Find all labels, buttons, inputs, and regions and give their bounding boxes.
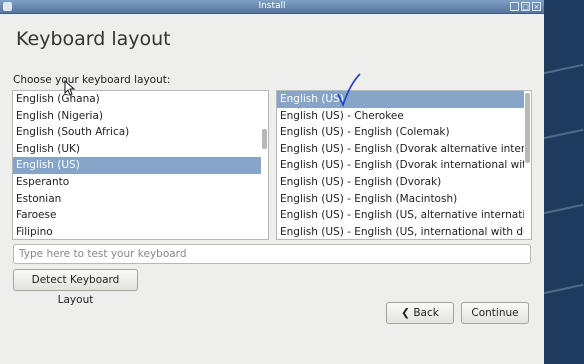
minimize-icon[interactable]: _	[510, 2, 519, 11]
title-bar[interactable]: Install _ □ ×	[0, 0, 544, 14]
layout-item[interactable]: English (Nigeria)	[13, 108, 268, 125]
variant-item[interactable]: English (US) - English (US, alternative …	[277, 207, 531, 224]
variant-item[interactable]: English (US) - English (Macintosh)	[277, 191, 531, 208]
choose-layout-label: Choose your keyboard layout:	[13, 74, 171, 86]
page-title: Keyboard layout	[16, 28, 171, 50]
mouse-cursor-icon	[64, 80, 76, 96]
variant-item[interactable]: English (US) - English (Colemak)	[277, 124, 531, 141]
variant-item[interactable]: English (US) - English (Dvorak)	[277, 174, 531, 191]
variant-item[interactable]: English (US) - English (Dvorak internati…	[277, 157, 531, 174]
layout-item[interactable]: English (UK)	[13, 141, 268, 158]
variant-item[interactable]: English (US) - Cherokee	[277, 108, 531, 125]
layout-scrollbar[interactable]	[261, 91, 268, 239]
detect-keyboard-button[interactable]: Detect Keyboard Layout	[13, 269, 138, 306]
variant-item[interactable]: English (US) - English (US, internationa…	[277, 224, 531, 239]
layout-item[interactable]: English (South Africa)	[13, 124, 268, 141]
variant-item[interactable]: English (US) - English (Dvorak alternati…	[277, 141, 531, 158]
chevron-left-icon: ❮	[401, 307, 410, 319]
installer-window: Install _ □ × Keyboard layout Choose you…	[0, 0, 544, 364]
layout-item-selected[interactable]: English (US)	[13, 157, 268, 174]
checkmark-icon	[337, 73, 361, 108]
keyboard-test-input[interactable]: Type here to test your keyboard	[13, 244, 531, 264]
variant-item-selected[interactable]: English (US)	[277, 91, 531, 108]
back-label: Back	[413, 307, 439, 319]
variant-scroll-thumb[interactable]	[525, 93, 530, 163]
window-title: Install	[258, 1, 286, 11]
layout-scroll-thumb[interactable]	[262, 129, 267, 149]
layout-item[interactable]: Faroese	[13, 207, 268, 224]
maximize-icon[interactable]: □	[521, 2, 530, 11]
layout-item[interactable]: Filipino	[13, 224, 268, 239]
variant-scrollbar[interactable]	[524, 91, 531, 239]
layout-list[interactable]: English (Ghana) English (Nigeria) Englis…	[12, 90, 269, 240]
variant-list[interactable]: English (US) English (US) - Cherokee Eng…	[276, 90, 532, 240]
back-button[interactable]: ❮ Back	[386, 302, 454, 324]
layout-item[interactable]: English (Ghana)	[13, 91, 268, 108]
close-icon[interactable]: ×	[532, 2, 541, 11]
layout-item[interactable]: Estonian	[13, 191, 268, 208]
continue-button[interactable]: Continue	[461, 302, 529, 324]
layout-item[interactable]: Esperanto	[13, 174, 268, 191]
